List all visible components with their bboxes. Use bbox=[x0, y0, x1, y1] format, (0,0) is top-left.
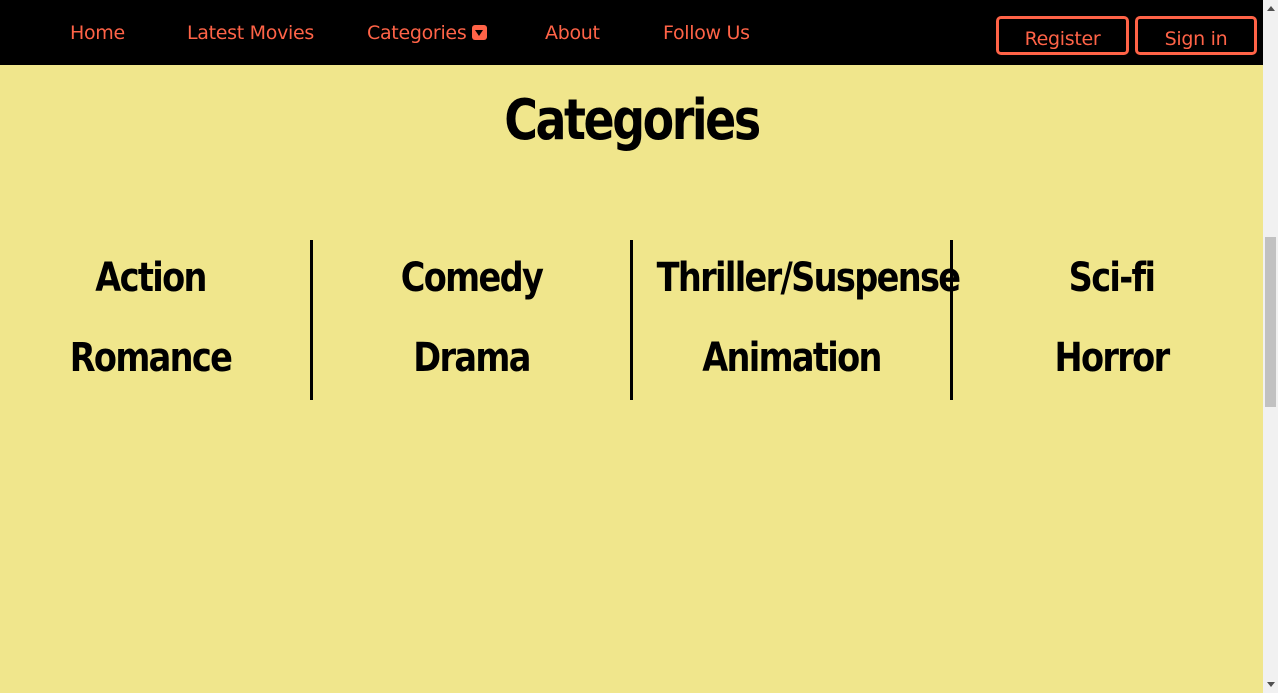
nav-link-categories-label: Categories bbox=[367, 22, 467, 44]
category-action[interactable]: Action bbox=[16, 255, 286, 301]
category-column-2: Comedy Drama bbox=[311, 240, 632, 400]
sign-in-button[interactable]: Sign in bbox=[1135, 16, 1257, 55]
category-thriller-suspense[interactable]: Thriller/Suspense bbox=[657, 255, 961, 301]
register-button[interactable]: Register bbox=[996, 16, 1129, 55]
scroll-up-arrow-icon[interactable] bbox=[1267, 6, 1275, 11]
category-column-3: Thriller/Suspense Animation bbox=[631, 240, 961, 400]
page-title: Categories bbox=[504, 88, 761, 153]
nav-link-categories[interactable]: Categories bbox=[367, 22, 488, 44]
category-drama[interactable]: Drama bbox=[337, 335, 607, 381]
categories-grid: Action Romance Comedy Drama Thriller/Sus… bbox=[0, 240, 1263, 400]
scrollbar-thumb[interactable] bbox=[1265, 237, 1276, 407]
page: Home Latest Movies Categories About Foll… bbox=[0, 0, 1278, 693]
caret-down-icon[interactable] bbox=[472, 24, 488, 40]
category-column-1: Action Romance bbox=[0, 240, 311, 400]
nav-link-follow-us[interactable]: Follow Us bbox=[663, 22, 750, 44]
vertical-scrollbar[interactable] bbox=[1263, 0, 1278, 693]
nav-link-home[interactable]: Home bbox=[70, 22, 125, 44]
scroll-down-arrow-icon[interactable] bbox=[1267, 682, 1275, 687]
category-romance[interactable]: Romance bbox=[16, 335, 286, 381]
category-horror[interactable]: Horror bbox=[977, 335, 1247, 381]
nav-link-latest-movies[interactable]: Latest Movies bbox=[187, 22, 314, 44]
nav-link-about[interactable]: About bbox=[545, 22, 600, 44]
navbar: Home Latest Movies Categories About Foll… bbox=[0, 0, 1263, 65]
category-animation[interactable]: Animation bbox=[657, 335, 927, 381]
category-sci-fi[interactable]: Sci-fi bbox=[977, 255, 1247, 301]
category-column-4: Sci-fi Horror bbox=[951, 240, 1272, 400]
category-comedy[interactable]: Comedy bbox=[337, 255, 607, 301]
